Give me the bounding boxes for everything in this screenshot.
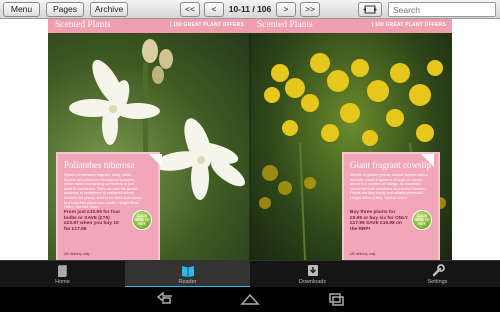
archive-button[interactable]: Archive	[90, 2, 128, 17]
right-page-offer-banner: | 100 GREAT PLANT OFFERS	[371, 22, 446, 28]
search-input[interactable]	[388, 2, 496, 17]
cowslip-buy-button[interactable]: CLICK HERE TO BUY	[412, 210, 432, 230]
tuberose-price: From just £10.99 for four bulbs or SAVE …	[64, 210, 121, 232]
download-icon	[307, 265, 318, 276]
tab-downloads[interactable]: Downloads	[250, 261, 375, 288]
tab-settings[interactable]: Settings	[375, 261, 500, 288]
page-indicator: 10-11 / 106	[228, 4, 272, 14]
left-page-offer-banner: | 100 GREAT PLANT OFFERS	[169, 22, 244, 28]
menu-button[interactable]: Menu	[3, 2, 40, 17]
wrench-icon	[432, 264, 445, 277]
tab-downloads-label: Downloads	[298, 279, 327, 285]
cowslip-price: Buy three plants for £9.99 or buy six fo…	[350, 210, 408, 232]
tab-home-label: Home	[55, 279, 70, 285]
page-spine	[249, 33, 251, 260]
right-page-header: Scented Plants | 100 GREAT PLANT OFFERS	[250, 19, 452, 33]
card-corner-fold	[149, 154, 162, 167]
tuberose-product-card: Polianthes tuberosa Spikes of intensely …	[56, 152, 162, 260]
fit-width-button[interactable]	[358, 2, 382, 17]
back-icon[interactable]	[156, 292, 176, 306]
system-navigation-bar	[0, 287, 500, 312]
left-page-header: Scented Plants | 100 GREAT PLANT OFFERS	[48, 19, 250, 33]
tuberose-description: Spikes of intensely fragrant, waxy, whit…	[64, 173, 142, 210]
tuberose-delivery-note: UK delivery only	[64, 252, 90, 256]
right-page[interactable]: Scented Plants | 100 GREAT PLANT OFFERS	[250, 19, 452, 260]
last-page-button[interactable]: >>	[300, 2, 320, 17]
tab-settings-label: Settings	[427, 279, 448, 285]
first-page-button[interactable]: <<	[180, 2, 200, 17]
tuberose-title: Polianthes tuberosa	[64, 160, 135, 170]
previous-page-button[interactable]: <	[204, 2, 224, 17]
bottom-navigation: Home Reader Downloads Settings	[0, 260, 500, 288]
pages-button[interactable]: Pages	[46, 2, 84, 17]
right-page-title: Scented Plants	[257, 20, 313, 30]
top-toolbar: Menu Pages Archive << < 10-11 / 106 > >>	[0, 0, 500, 19]
magazine-viewer[interactable]: Scented Plants | 100 GREAT PLANT OFFERS	[0, 19, 500, 260]
left-page-title: Scented Plants	[55, 20, 111, 30]
recent-apps-icon[interactable]	[326, 292, 346, 306]
next-page-button[interactable]: >	[276, 2, 296, 17]
home-icon[interactable]	[240, 292, 260, 306]
cowslip-product-card: Giant fragrant cowslip Whorls of golden …	[342, 152, 440, 260]
cowslip-title: Giant fragrant cowslip	[350, 160, 431, 170]
tab-reader[interactable]: Reader	[125, 261, 250, 288]
left-page[interactable]: Scented Plants | 100 GREAT PLANT OFFERS	[48, 19, 250, 260]
cowslip-description: Whorls of golden yellow, tubular flowers…	[350, 173, 428, 200]
cowslip-delivery-note: UK delivery only	[350, 252, 376, 256]
fit-width-icon	[363, 5, 377, 14]
tuberose-buy-button[interactable]: CLICK HERE TO BUY	[132, 210, 152, 230]
open-book-icon	[181, 266, 194, 277]
home-magazine-icon	[57, 265, 67, 277]
tab-home[interactable]: Home	[0, 261, 125, 288]
tab-reader-label: Reader	[178, 279, 197, 285]
